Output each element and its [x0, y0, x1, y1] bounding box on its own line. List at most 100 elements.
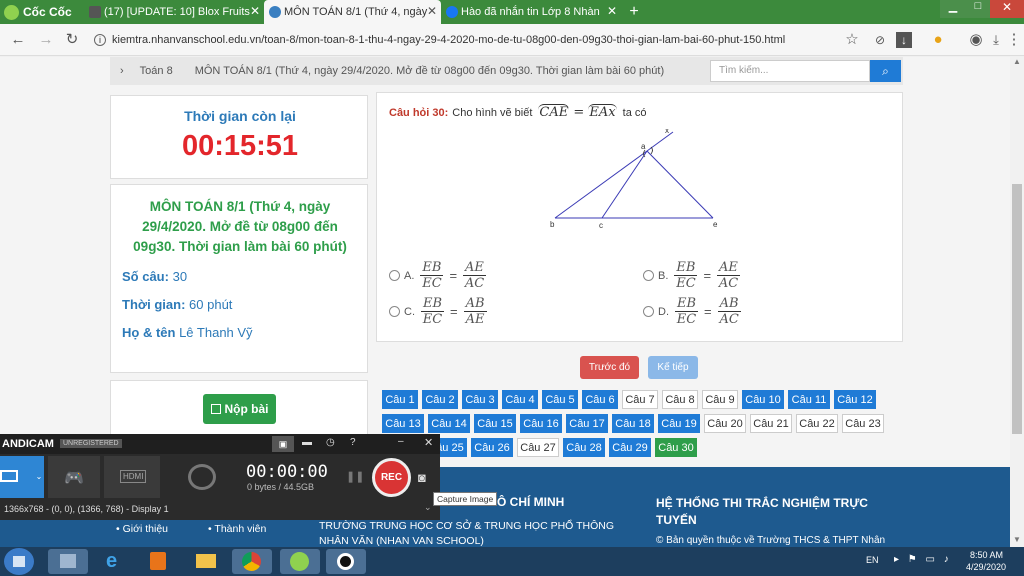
option-d[interactable]: D. EB EC = AB AC: [643, 296, 741, 327]
start-button[interactable]: [4, 548, 34, 575]
numerator: EB: [674, 260, 698, 276]
download-arrow-icon[interactable]: ⤓: [986, 30, 1006, 50]
search-input[interactable]: Tìm kiếm...: [710, 60, 870, 82]
option-c-radio[interactable]: [389, 306, 400, 317]
account-icon[interactable]: ◉: [966, 30, 986, 50]
expand-chevron-icon[interactable]: ⌄: [424, 502, 432, 513]
tab-facebook[interactable]: Hào đã nhắn tin Lớp 8 Nhàn ✕: [441, 0, 621, 24]
reload-icon[interactable]: ↻: [62, 30, 82, 50]
clock-icon[interactable]: ◷: [326, 437, 335, 448]
taskbar-bandicam-app[interactable]: [326, 549, 366, 574]
option-d-radio[interactable]: [643, 306, 654, 317]
search-button[interactable]: ⌕: [870, 60, 901, 82]
denominator: AC: [464, 276, 485, 291]
question-link-4[interactable]: Câu 4: [502, 390, 538, 409]
question-link-9[interactable]: Câu 9: [702, 390, 738, 409]
option-a-radio[interactable]: [389, 270, 400, 281]
rec-button[interactable]: REC: [372, 458, 411, 497]
question-link-21[interactable]: Câu 21: [750, 414, 792, 433]
question-link-11[interactable]: Câu 11: [788, 390, 830, 409]
close-tab-icon[interactable]: ✕: [250, 4, 260, 18]
option-a[interactable]: A. EB EC = AE AC: [389, 260, 486, 291]
question-link-12[interactable]: Câu 12: [834, 390, 876, 409]
help-icon[interactable]: ?: [350, 437, 356, 448]
breadcrumb-item-subject[interactable]: Toán 8: [140, 65, 173, 77]
question-link-5[interactable]: Câu 5: [542, 390, 578, 409]
prev-button[interactable]: Trước đó: [580, 356, 639, 379]
question-link-6[interactable]: Câu 6: [582, 390, 618, 409]
question-link-15[interactable]: Câu 15: [474, 414, 516, 433]
question-link-22[interactable]: Câu 22: [796, 414, 838, 433]
minimize-window-button[interactable]: ▁: [940, 0, 966, 18]
webcam-icon[interactable]: [188, 464, 216, 490]
next-button[interactable]: Kế tiếp: [648, 356, 698, 379]
taskbar-media-app[interactable]: [138, 549, 178, 574]
minimize-icon[interactable]: –: [398, 436, 404, 447]
close-tab-icon[interactable]: ✕: [427, 4, 437, 18]
taskbar-chrome-app[interactable]: [232, 549, 272, 574]
question-link-2[interactable]: Câu 2: [422, 390, 458, 409]
forward-arrow-icon[interactable]: →: [36, 30, 56, 50]
game-mode-button[interactable]: 🎮: [48, 456, 100, 498]
hdmi-mode-button[interactable]: HDMI: [104, 456, 160, 498]
pause-icon[interactable]: ❚❚: [346, 470, 364, 483]
page-scrollbar[interactable]: ▲ ▼: [1010, 57, 1024, 547]
student-name: Họ & tên Lê Thanh Vỹ: [122, 325, 253, 340]
question-link-19[interactable]: Câu 19: [658, 414, 700, 433]
scroll-up-arrow-icon[interactable]: ▲: [1013, 57, 1021, 66]
notification-icon[interactable]: ●: [928, 30, 948, 50]
question-link-8[interactable]: Câu 8: [662, 390, 698, 409]
question-link-27[interactable]: Câu 28: [563, 438, 605, 457]
maximize-window-button[interactable]: □: [966, 0, 990, 18]
submit-button[interactable]: Nộp bài: [203, 394, 276, 424]
question-link-13[interactable]: Câu 13: [382, 414, 424, 433]
question-link-25[interactable]: Câu 26: [471, 438, 513, 457]
close-icon[interactable]: ✕: [424, 436, 433, 449]
option-c[interactable]: C. EB EC = AB AE: [389, 296, 487, 327]
question-link-20[interactable]: Câu 20: [704, 414, 746, 433]
url-bar[interactable]: i kiemtra.nhanvanschool.edu.vn/toan-8/mo…: [94, 28, 834, 52]
question-link-14[interactable]: Câu 14: [428, 414, 470, 433]
page-info-icon[interactable]: i: [94, 34, 106, 46]
mode-dropdown-icon[interactable]: ⌄: [34, 456, 44, 498]
coccoc-logo[interactable]: Cốc Cốc: [4, 3, 82, 21]
back-arrow-icon[interactable]: ←: [8, 30, 28, 50]
bookmark-star-icon[interactable]: ☆: [842, 30, 862, 50]
option-b[interactable]: B. EB EC = AE AC: [643, 260, 740, 291]
footer-link-about[interactable]: • Giới thiệu: [116, 523, 168, 535]
tab-exam[interactable]: MÔN TOÁN 8/1 (Thứ 4, ngày ✕: [264, 0, 441, 24]
new-tab-button[interactable]: +: [624, 3, 644, 21]
download-icon[interactable]: ↓: [896, 32, 912, 48]
tab-blox-fruits[interactable]: (17) [UPDATE: 10] Blox Fruits ✕: [84, 0, 264, 24]
lock-icon[interactable]: ▣: [272, 436, 294, 452]
extension-icon[interactable]: ⊘: [870, 30, 890, 50]
language-indicator[interactable]: EN: [866, 555, 879, 565]
question-link-16[interactable]: Câu 16: [520, 414, 562, 433]
folder-icon[interactable]: ▬: [302, 437, 312, 448]
option-b-radio[interactable]: [643, 270, 654, 281]
question-link-1[interactable]: Câu 1: [382, 390, 418, 409]
menu-icon[interactable]: ⋮: [1004, 30, 1024, 50]
scroll-down-arrow-icon[interactable]: ▼: [1013, 535, 1021, 544]
question-link-28[interactable]: Câu 29: [609, 438, 651, 457]
camera-icon[interactable]: ◙: [418, 470, 426, 485]
question-link-7[interactable]: Câu 7: [622, 390, 658, 409]
close-tab-icon[interactable]: ✕: [607, 4, 617, 18]
question-link-3[interactable]: Câu 3: [462, 390, 498, 409]
taskbar-explorer-app[interactable]: [48, 549, 88, 574]
footer-link-members[interactable]: • Thành viên: [208, 523, 266, 535]
scrollbar-thumb[interactable]: [1012, 184, 1022, 434]
question-link-23[interactable]: Câu 23: [842, 414, 884, 433]
question-link-10[interactable]: Câu 10: [742, 390, 784, 409]
taskbar-coccoc-app[interactable]: [280, 549, 320, 574]
question-link-17[interactable]: Câu 17: [566, 414, 608, 433]
question-link-18[interactable]: Câu 18: [612, 414, 654, 433]
question-link-26[interactable]: Câu 27: [517, 438, 559, 457]
taskbar-folder-app[interactable]: [186, 549, 226, 574]
screen-mode-button[interactable]: [0, 456, 34, 498]
close-window-button[interactable]: ✕: [990, 0, 1024, 18]
taskbar-ie-app[interactable]: e: [96, 549, 136, 574]
tray-icons[interactable]: ▸ ⚑ ▭ ♪: [894, 554, 952, 565]
question-link-29[interactable]: Câu 30: [655, 438, 697, 457]
file-size: 0 bytes / 44.5GB: [247, 482, 315, 492]
